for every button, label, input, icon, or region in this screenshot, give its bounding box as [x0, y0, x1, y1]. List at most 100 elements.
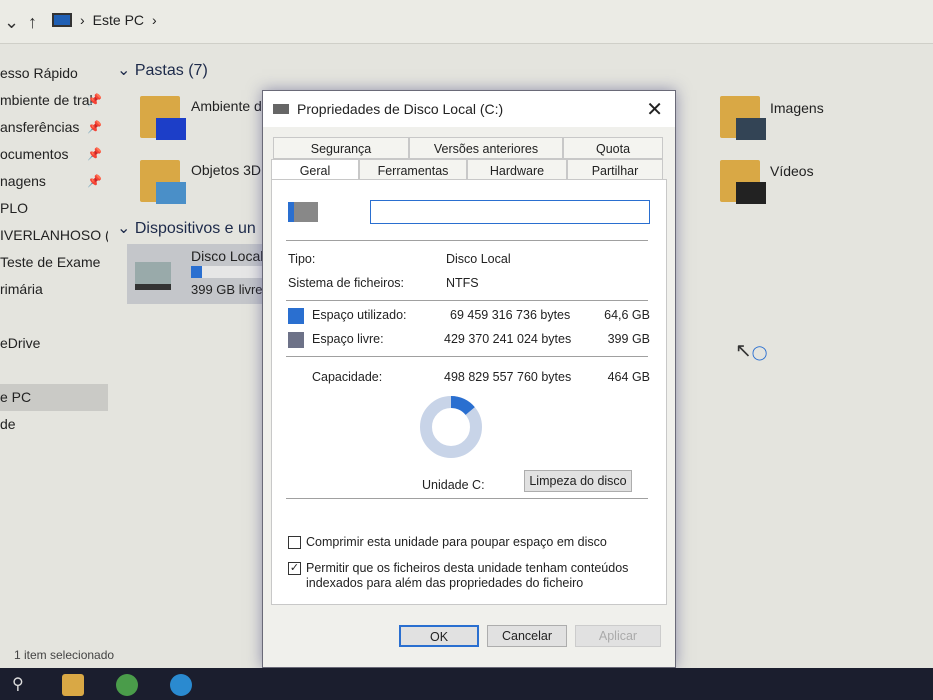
used-color-swatch — [288, 308, 304, 324]
back-icon[interactable]: ⌄ — [4, 12, 19, 33]
3d-objects-folder-icon[interactable] — [140, 160, 186, 204]
sidebar-item[interactable]: IVERLANHOSO (ca — [0, 222, 108, 249]
free-bytes: 429 370 241 024 bytes — [444, 332, 572, 346]
used-bytes: 69 459 316 736 bytes — [450, 308, 571, 322]
sidebar-item[interactable]: rimária — [0, 276, 108, 303]
sidebar-item-label: PLO — [0, 200, 29, 216]
ok-button[interactable]: OK — [399, 625, 479, 647]
sidebar-item[interactable]: ocumentos 📌 — [0, 141, 108, 168]
close-icon[interactable]: ✕ — [646, 97, 663, 122]
sidebar-item[interactable]: nagens 📌 — [0, 168, 108, 195]
tab-previous-versions[interactable]: Versões anteriores — [409, 137, 563, 159]
chevron-right-icon: › — [80, 12, 85, 28]
sidebar-item[interactable]: Teste de Exame — [0, 249, 108, 276]
folders-header-label: Pastas (7) — [134, 62, 208, 79]
pin-icon[interactable]: 📌 — [87, 168, 102, 195]
drive-icon — [135, 262, 171, 290]
drive-icon — [273, 104, 289, 114]
disk-cleanup-button[interactable]: Limpeza do disco — [524, 470, 632, 492]
sidebar-item[interactable]: eDrive — [0, 330, 108, 357]
drive-free: 399 GB livre — [191, 282, 263, 297]
divider — [286, 356, 648, 357]
divider — [286, 498, 648, 499]
sidebar-item[interactable] — [0, 357, 108, 384]
computer-icon — [52, 13, 72, 27]
free-label: Espaço livre: — [312, 332, 384, 346]
sidebar-item-label: esso Rápido — [0, 65, 78, 81]
sidebar-item[interactable]: e PC — [0, 384, 108, 411]
compress-checkbox[interactable] — [288, 536, 301, 549]
navigation-pane: esso Rápido mbiente de tral 📌 ansferências 📌… — [0, 60, 108, 438]
search-icon[interactable]: ⚲ — [12, 674, 24, 694]
tab-hardware[interactable]: Hardware — [467, 159, 567, 181]
sidebar-item-label: IVERLANHOSO (ca — [0, 227, 108, 243]
sidebar-item-label: ocumentos — [0, 146, 69, 162]
tab-strip: Segurança Versões anteriores Quota Geral… — [271, 133, 667, 185]
sidebar-item[interactable] — [0, 303, 108, 330]
pictures-folder-icon[interactable] — [720, 96, 766, 140]
used-gb: 64,6 GB — [604, 308, 650, 322]
filesystem-value: NTFS — [446, 276, 479, 290]
sidebar-item-label: mbiente de tral — [0, 92, 93, 108]
dialog-titlebar[interactable]: Propriedades de Disco Local (C:) ✕ — [263, 91, 675, 127]
videos-folder-icon[interactable] — [720, 160, 766, 204]
divider — [286, 240, 648, 241]
index-label: Permitir que os ficheiros desta unidade … — [306, 561, 629, 590]
pin-icon[interactable]: 📌 — [87, 114, 102, 141]
folders-header[interactable]: ⌄ Pastas (7) — [117, 60, 208, 80]
divider — [286, 300, 648, 301]
compress-label: Comprimir esta unidade para poupar espaç… — [306, 535, 607, 549]
tab-security[interactable]: Segurança — [273, 137, 409, 159]
chevron-down-icon: ⌄ — [117, 62, 135, 79]
chevron-down-icon: ⌄ — [117, 220, 135, 237]
type-label: Tipo: — [288, 252, 316, 266]
filesystem-label: Sistema de ficheiros: — [288, 276, 405, 290]
sidebar-item[interactable]: ansferências 📌 — [0, 114, 108, 141]
drive-name: Disco Local — [191, 248, 264, 264]
apply-button[interactable]: Aplicar — [575, 625, 661, 647]
type-value: Disco Local — [446, 252, 511, 266]
tab-tools[interactable]: Ferramentas — [359, 159, 467, 181]
folder-label[interactable]: Vídeos — [770, 163, 814, 179]
index-checkbox[interactable]: ✓ — [288, 562, 301, 575]
drive-letter-label: Unidade C: — [422, 478, 485, 492]
up-arrow-icon[interactable]: ↑ — [28, 12, 37, 33]
general-panel: Tipo: Disco Local Sistema de ficheiros: NT… — [271, 179, 667, 605]
used-label: Espaço utilizado: — [312, 308, 407, 322]
pin-icon[interactable]: 📌 — [87, 87, 102, 114]
free-color-swatch — [288, 332, 304, 348]
explorer-toolbar: ⌄ ↑ › Este PC › — [0, 0, 933, 44]
devices-header-label: Dispositivos e un — [134, 220, 256, 237]
chevron-right-icon: › — [152, 12, 157, 28]
sidebar-item-label: e PC — [0, 389, 32, 405]
drive-icon — [288, 202, 318, 222]
capacity-label: Capacidade: — [312, 370, 383, 384]
sidebar-item-label: rimária — [0, 281, 43, 297]
sidebar-item-label: ansferências — [0, 119, 80, 135]
edge-taskbar-icon[interactable] — [170, 674, 192, 696]
sidebar-item[interactable]: esso Rápido — [0, 60, 108, 87]
folder-label[interactable]: Ambiente d — [191, 98, 262, 114]
folder-label[interactable]: Imagens — [770, 100, 824, 116]
tab-share[interactable]: Partilhar — [567, 159, 663, 181]
capacity-gb: 464 GB — [607, 370, 650, 384]
breadcrumb-item[interactable]: Este PC — [93, 12, 144, 28]
breadcrumb[interactable]: › Este PC › — [52, 12, 157, 28]
sidebar-item[interactable]: de — [0, 411, 108, 438]
drive-c-item[interactable]: Disco Local 399 GB livre — [127, 244, 267, 304]
drive-name-input[interactable] — [370, 200, 650, 224]
file-explorer-taskbar-icon[interactable] — [62, 674, 84, 696]
folder-label[interactable]: Objetos 3D — [191, 162, 261, 178]
chrome-taskbar-icon[interactable] — [116, 674, 138, 696]
sidebar-item-label: Teste de Exame — [0, 254, 101, 270]
pin-icon[interactable]: 📌 — [87, 141, 102, 168]
tab-quota[interactable]: Quota — [563, 137, 663, 159]
sidebar-item-label: nagens — [0, 173, 46, 189]
sidebar-item[interactable]: PLO — [0, 195, 108, 222]
sidebar-item[interactable]: mbiente de tral 📌 — [0, 87, 108, 114]
desktop-folder-icon[interactable] — [140, 96, 186, 140]
devices-header[interactable]: ⌄ Dispositivos e un — [117, 218, 256, 238]
properties-dialog: Propriedades de Disco Local (C:) ✕ Segur… — [262, 90, 676, 668]
busy-cursor-icon: ↖◯ — [735, 340, 768, 362]
cancel-button[interactable]: Cancelar — [487, 625, 567, 647]
